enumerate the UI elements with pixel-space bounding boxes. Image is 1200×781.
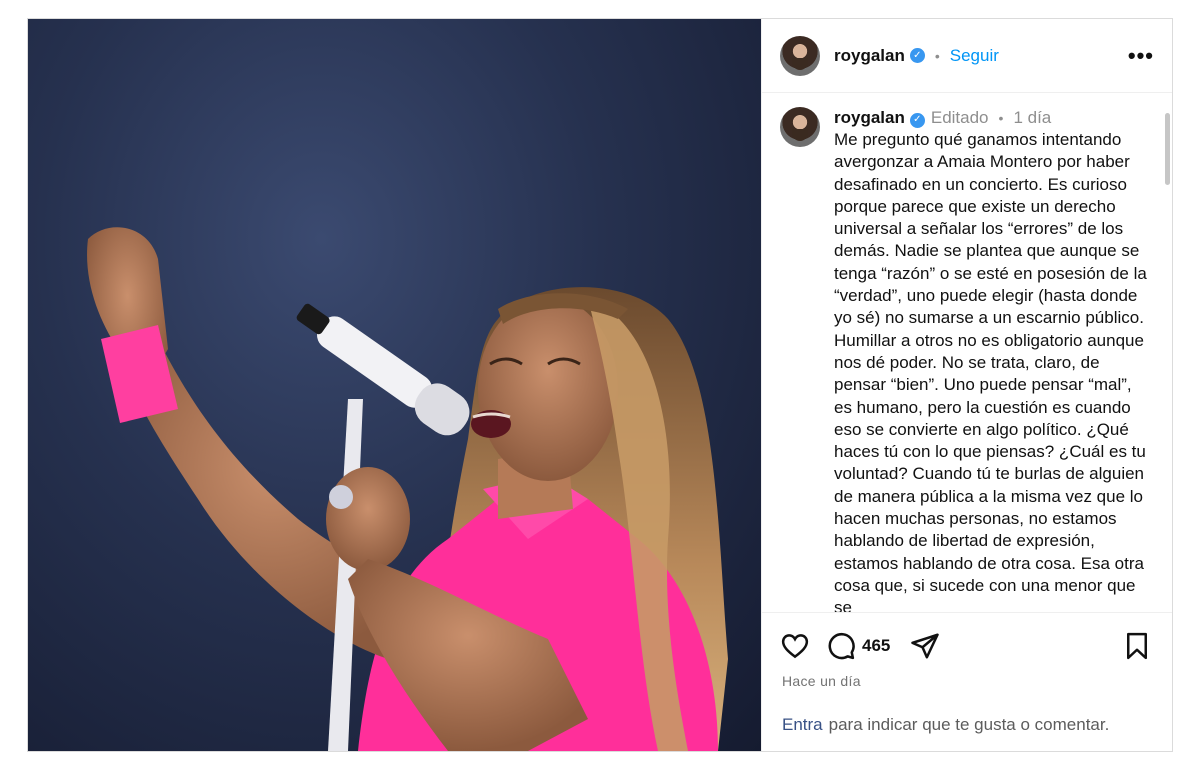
- caption-header: roygalan ✓ Editado • 1 día: [834, 107, 1154, 129]
- caption-body: roygalan ✓ Editado • 1 día Me pregunto qué g…: [834, 107, 1154, 613]
- caption-time[interactable]: 1 día: [1013, 108, 1051, 127]
- heart-icon[interactable]: [780, 631, 810, 661]
- instagram-post: roygalan ✓ • Seguir ••• roygalan ✓ Editado…: [27, 18, 1173, 752]
- bookmark-icon[interactable]: [1122, 631, 1152, 661]
- separator-dot: •: [998, 110, 1004, 126]
- caption-username[interactable]: roygalan: [834, 108, 905, 127]
- concert-singer-illustration: [87, 227, 728, 751]
- caption: roygalan ✓ Editado • 1 día Me pregunto qué g…: [780, 107, 1154, 613]
- login-link[interactable]: Entra: [782, 715, 823, 735]
- paper-plane-icon[interactable]: [910, 631, 940, 661]
- author-username[interactable]: roygalan: [834, 46, 905, 66]
- post-header: roygalan ✓ • Seguir •••: [762, 19, 1172, 93]
- post-time-ago: Hace un día: [782, 673, 861, 689]
- caption-text: Me pregunto qué ganamos intentando averg…: [834, 130, 1147, 613]
- avatar[interactable]: [780, 35, 820, 76]
- login-prompt: Entra para indicar que te gusta o coment…: [762, 699, 1172, 751]
- verified-badge-icon: ✓: [909, 48, 925, 63]
- action-bar: 465: [762, 613, 1172, 661]
- login-prompt-text: para indicar que te gusta o comentar.: [828, 715, 1110, 734]
- verified-badge-icon: ✓: [909, 112, 925, 128]
- comment-count: 465: [862, 636, 891, 655]
- caption-avatar[interactable]: [780, 107, 820, 147]
- post-photo[interactable]: [28, 19, 761, 751]
- more-options-icon[interactable]: •••: [1128, 43, 1154, 69]
- separator-dot: •: [934, 47, 940, 64]
- edited-label: Editado: [930, 108, 989, 127]
- follow-button[interactable]: Seguir: [950, 46, 999, 66]
- scrollbar[interactable]: [1165, 113, 1170, 185]
- post-sidebar: roygalan ✓ • Seguir ••• roygalan ✓ Editado…: [761, 19, 1172, 751]
- comment-bubble-icon[interactable]: [826, 631, 856, 661]
- comments-panel[interactable]: roygalan ✓ Editado • 1 día Me pregunto qué g…: [762, 93, 1172, 613]
